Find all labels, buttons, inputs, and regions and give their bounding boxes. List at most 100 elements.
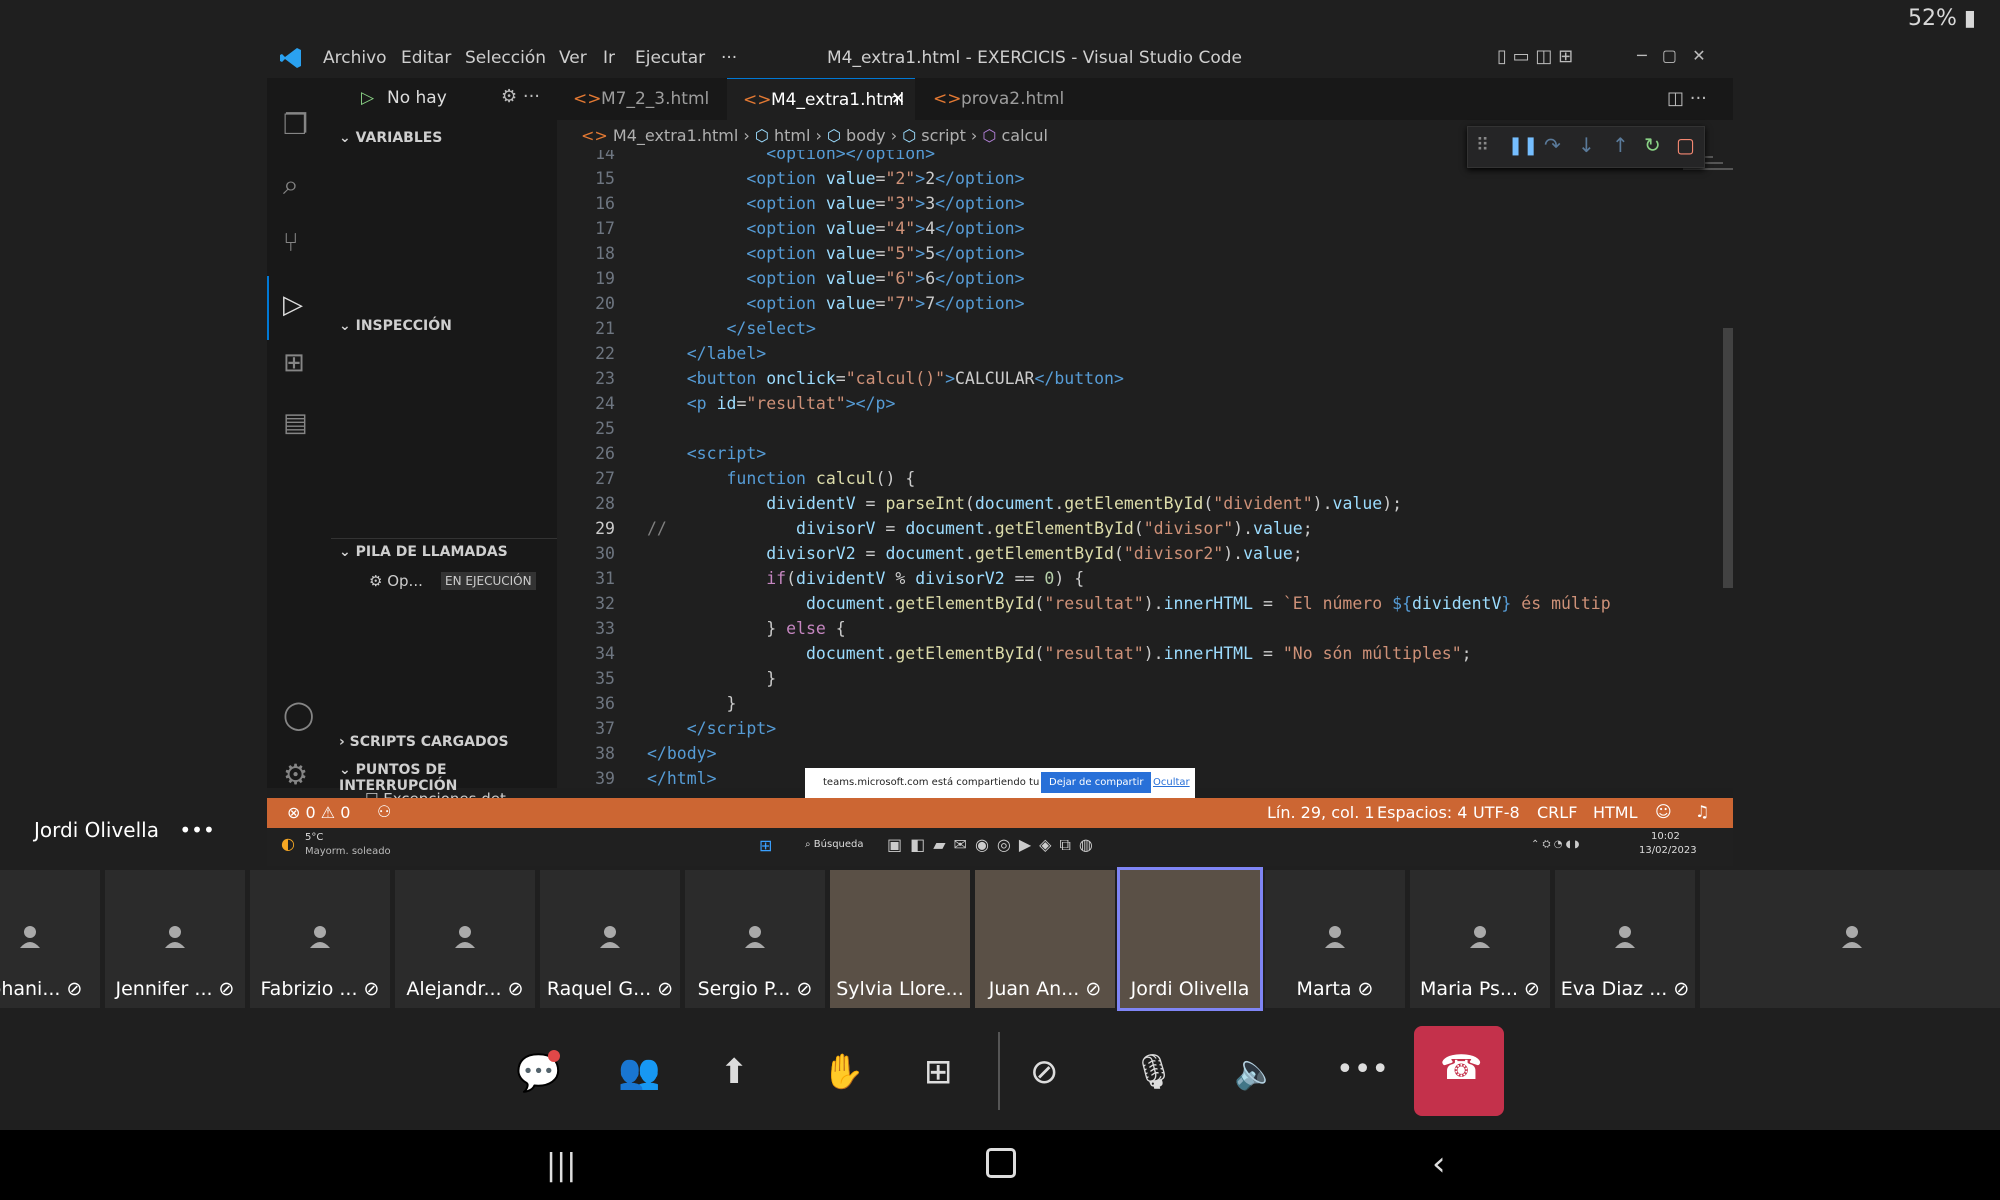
pause-icon[interactable]: ❚❚ bbox=[1508, 135, 1538, 156]
indentation[interactable]: Espacios: 4 bbox=[1377, 803, 1467, 822]
code-line[interactable]: <option value="3">3</option> bbox=[647, 194, 1024, 213]
pila-llamadas-section[interactable]: ⌄ PILA DE LLAMADAS bbox=[339, 544, 508, 560]
run-config-select[interactable]: No hay bbox=[387, 88, 447, 108]
breadcrumb-html[interactable]: html bbox=[774, 126, 810, 145]
variables-section[interactable]: ⌄ VARIABLES bbox=[339, 130, 442, 146]
code-editor[interactable]: 14 <option></option> 15 <option value="2"… bbox=[557, 150, 1667, 788]
settings-gear-icon[interactable]: ⚙ bbox=[283, 758, 315, 791]
code-line[interactable]: </script> bbox=[647, 719, 776, 738]
more-options-icon[interactable]: ••• bbox=[179, 818, 214, 842]
tab-prova2[interactable]: <> prova2.html bbox=[917, 78, 1077, 120]
recent-apps-icon[interactable]: ||| bbox=[546, 1148, 576, 1183]
source-control-icon[interactable]: ⑂ bbox=[283, 228, 315, 260]
menu-ir[interactable]: Ir bbox=[603, 48, 615, 68]
close-tab-icon[interactable]: ✕ bbox=[891, 89, 905, 109]
speaker-icon[interactable]: 🔈 bbox=[1234, 1052, 1282, 1100]
line-ending[interactable]: CRLF bbox=[1537, 803, 1577, 822]
step-over-icon[interactable]: ↷ bbox=[1544, 133, 1561, 157]
windows-start-icon[interactable]: ⊞ bbox=[759, 836, 772, 855]
participant-tile[interactable]: Fabrizio ... ⊘ bbox=[250, 870, 390, 1008]
code-line[interactable]: <script> bbox=[647, 444, 766, 463]
code-line[interactable]: if(dividentV % divisorV2 == 0) { bbox=[647, 569, 1084, 588]
code-line[interactable]: } else { bbox=[647, 619, 846, 638]
code-line[interactable]: <option value="5">5</option> bbox=[647, 244, 1024, 263]
participant-tile[interactable]: Juan An... ⊘ bbox=[975, 870, 1115, 1008]
language-mode[interactable]: HTML bbox=[1593, 803, 1638, 822]
code-line[interactable]: <option></option> bbox=[647, 150, 935, 163]
menu-more[interactable]: ··· bbox=[721, 48, 737, 68]
code-line[interactable]: </label> bbox=[647, 344, 766, 363]
code-line[interactable]: <button onclick="calcul()">CALCULAR</but… bbox=[647, 369, 1124, 388]
react-raise-hand-icon[interactable]: ✋ bbox=[822, 1052, 870, 1100]
step-into-icon[interactable]: ↓ bbox=[1578, 133, 1595, 157]
code-line[interactable]: } bbox=[647, 694, 736, 713]
code-line[interactable]: </body> bbox=[647, 744, 717, 763]
participant-tile[interactable]: Sergio P... ⊘ bbox=[685, 870, 825, 1008]
call-stack-item[interactable]: ⚙ Op... bbox=[369, 572, 423, 590]
start-debug-icon[interactable]: ▷ bbox=[361, 88, 374, 108]
menu-seleccion[interactable]: Selección bbox=[465, 48, 546, 68]
stop-sharing-button[interactable]: Dejar de compartir bbox=[1041, 772, 1152, 793]
stop-icon[interactable]: ▢ bbox=[1676, 133, 1695, 157]
split-editor-icon[interactable]: ◫ ··· bbox=[1667, 88, 1707, 109]
participant-tile[interactable]: ephani... ⊘ bbox=[0, 870, 100, 1008]
participant-tile[interactable] bbox=[1700, 870, 2000, 1008]
participant-tile[interactable]: Sylvia Llore... bbox=[830, 870, 970, 1008]
code-line[interactable]: <option value="4">4</option> bbox=[647, 219, 1024, 238]
hide-banner-link[interactable]: Ocultar bbox=[1153, 777, 1190, 788]
menu-ejecutar[interactable]: Ejecutar bbox=[635, 48, 705, 68]
code-line[interactable]: divisorV2 = document.getElementById("div… bbox=[647, 544, 1302, 563]
menu-editar[interactable]: Editar bbox=[401, 48, 451, 68]
code-line[interactable]: <option value="6">6</option> bbox=[647, 269, 1024, 288]
problems-indicator[interactable]: ⊗ 0 ⚠ 0 bbox=[287, 803, 350, 822]
participant-tile[interactable]: Jordi Olivella bbox=[1117, 867, 1263, 1011]
inspeccion-section[interactable]: ⌄ INSPECCIÓN bbox=[339, 318, 452, 334]
account-icon[interactable]: ◯ bbox=[283, 698, 315, 731]
code-line[interactable]: function calcul() { bbox=[647, 469, 915, 488]
encoding[interactable]: UTF-8 bbox=[1473, 803, 1520, 822]
code-line[interactable]: } bbox=[647, 669, 776, 688]
feedback-icon[interactable]: ☺ bbox=[1655, 802, 1672, 821]
breadcrumb-script[interactable]: script bbox=[921, 126, 966, 145]
code-line[interactable]: </select> bbox=[647, 319, 815, 338]
mic-muted-icon[interactable]: 🎙 bbox=[1132, 1052, 1180, 1100]
remote-icon[interactable]: ▤ bbox=[283, 408, 315, 440]
participant-tile[interactable]: Maria Ps... ⊘ bbox=[1410, 870, 1550, 1008]
notifications-bell-icon[interactable]: ♫ bbox=[1695, 802, 1709, 821]
run-debug-icon[interactable]: ▷ bbox=[283, 290, 315, 322]
end-call-button[interactable]: ☎ bbox=[1414, 1026, 1504, 1116]
more-actions-icon[interactable]: ••• bbox=[1336, 1052, 1389, 1100]
code-line[interactable]: <p id="resultat"></p> bbox=[647, 394, 896, 413]
participant-tile[interactable]: Raquel G... ⊘ bbox=[540, 870, 680, 1008]
code-line[interactable]: // divisorV = document.getElementById("d… bbox=[647, 519, 1313, 538]
cursor-position[interactable]: Lín. 29, col. 1 bbox=[1267, 803, 1375, 822]
code-line[interactable]: document.getElementById("resultat").inne… bbox=[647, 594, 1611, 613]
taskbar-app-icons[interactable]: ▣◧▰✉◉◎▶◈⧉◍ bbox=[887, 835, 1101, 855]
home-icon[interactable] bbox=[986, 1148, 1016, 1178]
view-grid-icon[interactable]: ⊞ bbox=[924, 1052, 972, 1100]
breadcrumb-body[interactable]: body bbox=[846, 126, 886, 145]
code-line[interactable]: <option value="2">2</option> bbox=[647, 169, 1024, 188]
back-icon[interactable]: ‹ bbox=[1432, 1144, 1446, 1184]
restart-icon[interactable]: ↻ bbox=[1644, 133, 1661, 157]
breadcrumb-file[interactable]: M4_extra1.html bbox=[613, 126, 738, 145]
participant-tile[interactable]: Alejandr... ⊘ bbox=[395, 870, 535, 1008]
code-line[interactable]: dividentV = parseInt(document.getElement… bbox=[647, 494, 1402, 513]
step-out-icon[interactable]: ↑ bbox=[1612, 133, 1629, 157]
camera-off-icon[interactable]: ⊘ bbox=[1030, 1052, 1078, 1100]
system-tray-icons[interactable]: ⌃ ⛭ ◔ ◖ ◗ bbox=[1531, 839, 1579, 850]
search-icon[interactable]: ⌕ bbox=[283, 168, 315, 201]
code-line[interactable]: <option value="7">7</option> bbox=[647, 294, 1024, 313]
code-line[interactable]: document.getElementById("resultat").inne… bbox=[647, 644, 1472, 663]
breadcrumb-calcul[interactable]: calcul bbox=[1001, 126, 1047, 145]
participant-tile[interactable]: Jennifer ... ⊘ bbox=[105, 870, 245, 1008]
debug-settings-gear-icon[interactable]: ⚙ ··· bbox=[501, 86, 540, 107]
people-icon[interactable]: 👥 bbox=[618, 1052, 666, 1100]
menu-archivo[interactable]: Archivo bbox=[323, 48, 387, 68]
menu-ver[interactable]: Ver bbox=[559, 48, 587, 68]
extensions-icon[interactable]: ⊞ bbox=[283, 348, 315, 380]
scripts-cargados-section[interactable]: › SCRIPTS CARGADOS bbox=[339, 734, 509, 750]
window-controls[interactable]: ─ ▢ ✕ bbox=[1637, 46, 1706, 65]
vertical-scrollbar[interactable] bbox=[1723, 328, 1733, 588]
layout-toggle-icons[interactable]: ▯ ▭ ◫ ⊞ bbox=[1497, 46, 1573, 67]
